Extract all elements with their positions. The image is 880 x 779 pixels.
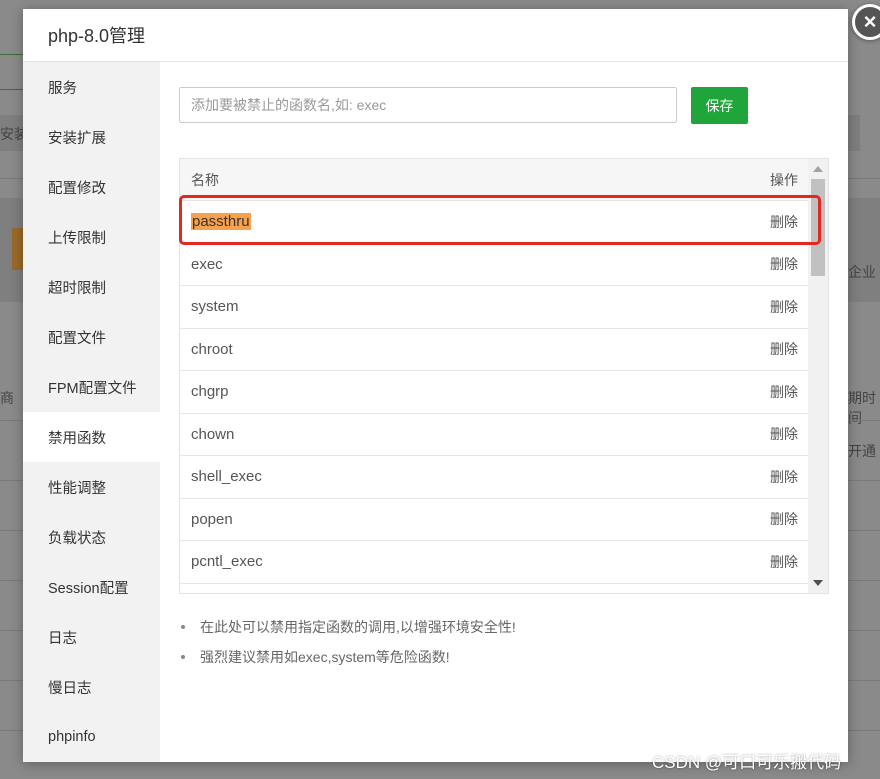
function-name: pcntl_exec	[191, 553, 263, 571]
table-row: exec 删除	[180, 244, 808, 286]
function-name: shell_exec	[191, 468, 262, 486]
sidebar-item-load-status[interactable]: 负载状态	[23, 512, 160, 562]
background-banner	[848, 198, 880, 302]
delete-link[interactable]: 删除	[770, 467, 798, 487]
table-row: chroot 删除	[180, 329, 808, 371]
background-text: 开通	[848, 443, 876, 459]
function-name: system	[191, 298, 239, 316]
table-row: chown 删除	[180, 414, 808, 456]
tip-item: 在此处可以禁用指定函数的调用,以增强环境安全性!	[179, 612, 516, 642]
delete-link[interactable]: 删除	[770, 297, 798, 317]
delete-link[interactable]: 删除	[770, 552, 798, 572]
table-row: system 删除	[180, 286, 808, 329]
table-row: pcntl_exec 删除	[180, 541, 808, 584]
table-scrollbar[interactable]	[808, 159, 828, 593]
table-row: passthru 删除	[180, 201, 808, 244]
delete-link[interactable]: 删除	[770, 424, 798, 444]
function-name: popen	[191, 510, 233, 528]
sidebar: 服务 安装扩展 配置修改 上传限制 超时限制 配置文件 FPM配置文件 禁用函数…	[23, 62, 160, 762]
function-name: exec	[191, 255, 223, 273]
sidebar-item-disabled-functions[interactable]: 禁用函数	[23, 412, 160, 462]
dialog-header: php-8.0管理	[23, 9, 848, 62]
add-function-row: 保存	[179, 87, 748, 124]
sidebar-item-upload-limit[interactable]: 上传限制	[23, 212, 160, 262]
close-icon[interactable]: ×	[852, 4, 880, 40]
sidebar-item-log[interactable]: 日志	[23, 612, 160, 662]
dialog-title: php-8.0管理	[48, 26, 146, 46]
column-header-action: 操作	[770, 171, 798, 188]
table-row: popen 删除	[180, 499, 808, 541]
sidebar-item-timeout-limit[interactable]: 超时限制	[23, 262, 160, 312]
delete-link[interactable]: 删除	[770, 339, 798, 359]
tips-list: 在此处可以禁用指定函数的调用,以增强环境安全性! 强烈建议禁用如exec,sys…	[179, 612, 516, 672]
watermark: CSDN @可口可乐搬代码	[652, 753, 842, 772]
php-manager-dialog: php-8.0管理 × 服务 安装扩展 配置修改 上传限制 超时限制 配置文件 …	[23, 4, 880, 762]
sidebar-item-service[interactable]: 服务	[23, 62, 160, 112]
background-divider	[0, 89, 23, 90]
scrollbar-thumb[interactable]	[811, 179, 825, 276]
tip-item: 强烈建议禁用如exec,system等危险函数!	[179, 642, 516, 672]
column-header-name: 名称	[191, 171, 219, 188]
scroll-down-arrow-icon[interactable]	[813, 580, 823, 586]
sidebar-item-install-extensions[interactable]: 安装扩展	[23, 112, 160, 162]
table-header: 名称 操作	[180, 159, 808, 201]
delete-link[interactable]: 删除	[770, 254, 798, 274]
function-name: passthru	[191, 213, 251, 231]
function-name: chroot	[191, 340, 233, 358]
background-text: 商	[0, 390, 14, 406]
sidebar-item-slow-log[interactable]: 慢日志	[23, 662, 160, 712]
table-row: chgrp 删除	[180, 371, 808, 414]
sidebar-item-session-config[interactable]: Session配置	[23, 562, 160, 612]
sidebar-item-config-edit[interactable]: 配置修改	[23, 162, 160, 212]
disabled-functions-table: 名称 操作 passthru 删除 exec 删除 system 删除 chro…	[179, 158, 829, 594]
background-logo	[12, 228, 23, 270]
delete-link[interactable]: 删除	[770, 509, 798, 529]
delete-link[interactable]: 删除	[770, 382, 798, 402]
sidebar-item-config-file[interactable]: 配置文件	[23, 312, 160, 362]
save-button[interactable]: 保存	[691, 87, 748, 124]
background-text: 企业	[848, 264, 876, 280]
function-name: chown	[191, 425, 235, 443]
function-name-input[interactable]	[179, 87, 677, 123]
scroll-up-arrow-icon[interactable]	[813, 166, 823, 172]
sidebar-item-performance-tuning[interactable]: 性能调整	[23, 462, 160, 512]
function-name: chgrp	[191, 383, 229, 401]
background-button	[848, 115, 860, 151]
sidebar-item-phpinfo[interactable]: phpinfo	[23, 712, 160, 762]
sidebar-item-fpm-config-file[interactable]: FPM配置文件	[23, 362, 160, 412]
table-row: shell_exec 删除	[180, 456, 808, 499]
background-divider	[0, 54, 23, 55]
delete-link[interactable]: 删除	[770, 212, 798, 232]
background-text: 期时间	[848, 390, 876, 426]
